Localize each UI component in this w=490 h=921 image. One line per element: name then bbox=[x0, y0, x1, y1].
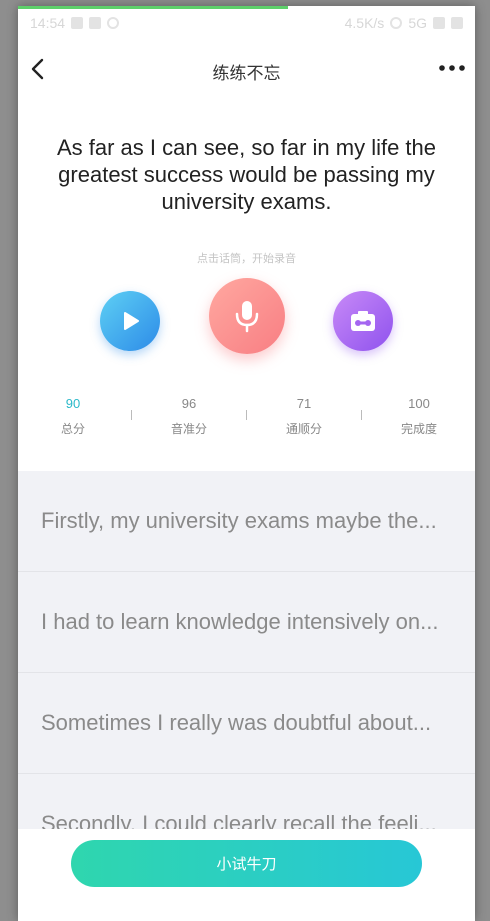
list-item-text: Firstly, my university exams maybe the..… bbox=[41, 508, 437, 533]
list-item[interactable]: I had to learn knowledge intensively on.… bbox=[18, 572, 475, 673]
cassette-icon bbox=[351, 311, 375, 331]
score-total: 90 总分 bbox=[33, 396, 113, 437]
try-it-button[interactable]: 小试牛刀 bbox=[71, 840, 422, 887]
score-pronunciation-label: 音准分 bbox=[170, 422, 207, 436]
status-right: 4.5K/s 5G bbox=[345, 15, 463, 31]
search-notification-icon bbox=[107, 17, 120, 29]
loading-progress-line bbox=[18, 6, 288, 9]
app-notification-icon bbox=[89, 17, 102, 29]
record-hint: 点击话筒，开始录音 bbox=[197, 253, 296, 265]
my-recording-button[interactable] bbox=[333, 291, 393, 351]
score-completeness: 100 完成度 bbox=[379, 396, 459, 437]
list-item-text: Sometimes I really was doubtful about... bbox=[41, 710, 432, 735]
notification-icon bbox=[71, 17, 84, 29]
score-fluency-value: 71 bbox=[296, 396, 312, 411]
page-title: 练练不忘 bbox=[212, 64, 281, 83]
microphone-icon bbox=[235, 301, 259, 333]
score-total-label: 总分 bbox=[60, 422, 85, 436]
score-fluency: 71 通顺分 bbox=[264, 396, 344, 437]
score-pronunciation: 96 音准分 bbox=[149, 396, 229, 437]
navigation-bar: 练练不忘 bbox=[18, 40, 475, 98]
record-button[interactable] bbox=[209, 278, 285, 354]
practice-card: As far as I can see, so far in my life t… bbox=[18, 98, 475, 471]
list-item-text: I had to learn knowledge intensively on.… bbox=[41, 609, 439, 634]
list-item[interactable]: Sometimes I really was doubtful about... bbox=[18, 673, 475, 774]
score-divider bbox=[246, 410, 247, 420]
score-total-value: 90 bbox=[65, 396, 81, 411]
wifi-icon bbox=[433, 17, 445, 29]
status-bar: 14:54 4.5K/s 5G bbox=[18, 6, 475, 40]
sentence-list: Firstly, my university exams maybe the..… bbox=[18, 471, 475, 875]
play-button[interactable] bbox=[100, 291, 160, 351]
play-icon bbox=[124, 312, 139, 330]
signal-label: 5G bbox=[408, 15, 427, 31]
alarm-icon bbox=[390, 17, 403, 29]
score-divider bbox=[361, 410, 362, 420]
score-panel: 90 总分 96 音准分 71 通顺分 100 完成度 bbox=[18, 396, 475, 446]
score-completeness-label: 完成度 bbox=[400, 422, 437, 436]
list-item[interactable]: Firstly, my university exams maybe the..… bbox=[18, 471, 475, 572]
network-speed: 4.5K/s bbox=[344, 15, 385, 31]
battery-icon bbox=[451, 17, 463, 29]
bottom-bar: 小试牛刀 bbox=[18, 829, 475, 921]
score-divider bbox=[131, 410, 132, 420]
more-dots-icon bbox=[439, 65, 465, 71]
score-pronunciation-value: 96 bbox=[181, 396, 197, 411]
more-button[interactable] bbox=[437, 58, 467, 78]
score-completeness-value: 100 bbox=[408, 396, 430, 411]
status-left: 14:54 bbox=[30, 15, 120, 31]
practice-sentence: As far as I can see, so far in my life t… bbox=[56, 135, 437, 214]
phone-screen: 14:54 4.5K/s 5G 练练不忘 As far as I can see… bbox=[18, 6, 475, 921]
score-fluency-label: 通顺分 bbox=[285, 422, 322, 436]
status-time: 14:54 bbox=[30, 15, 66, 31]
